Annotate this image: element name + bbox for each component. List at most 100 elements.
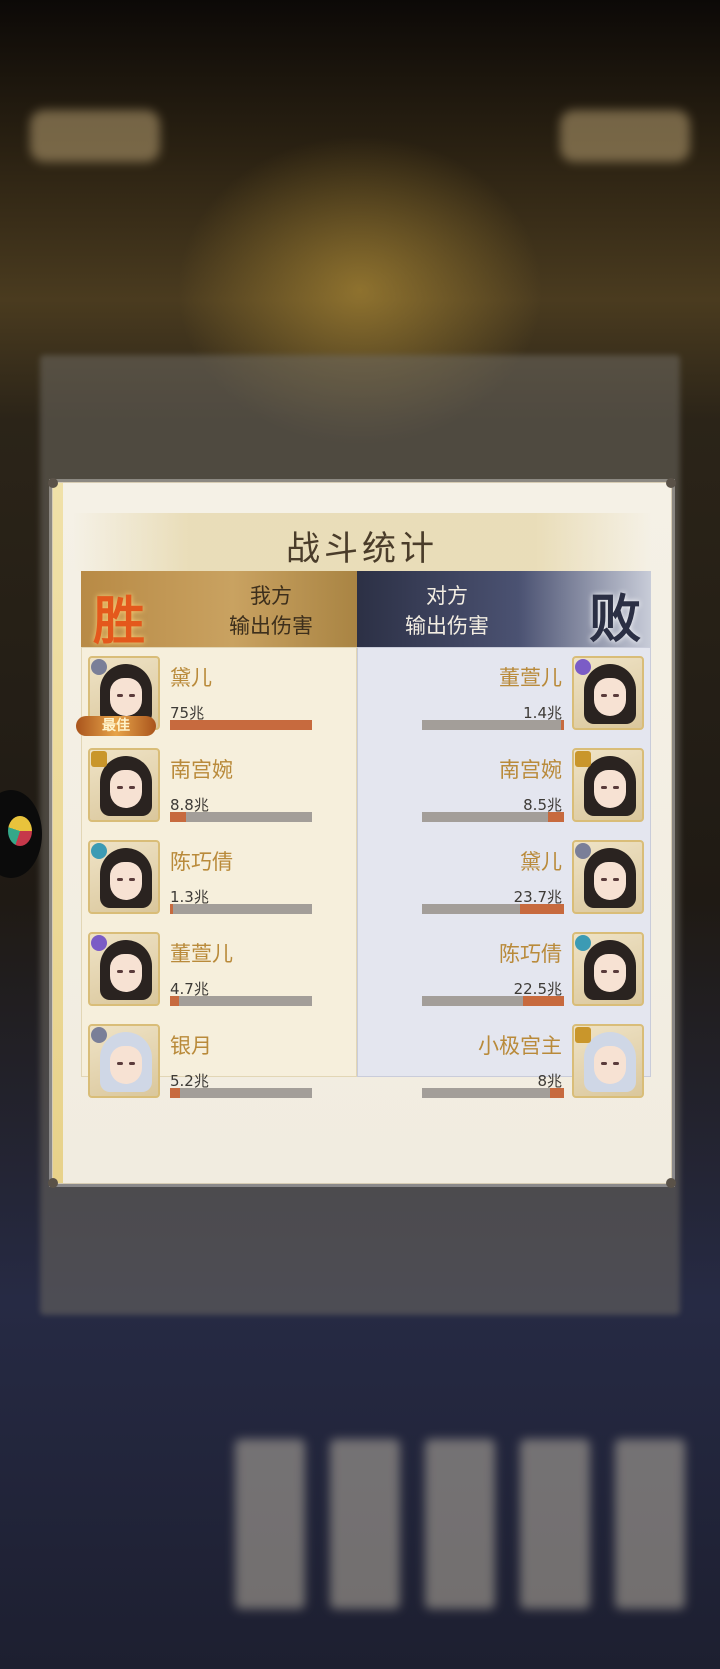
- hero-eye: [129, 878, 135, 881]
- hero-eye: [601, 786, 607, 789]
- damage-row: 陈巧倩 1.3兆: [82, 838, 356, 924]
- hero-name: 小极宫主: [478, 1034, 562, 1058]
- hero-name: 陈巧倩: [170, 850, 233, 874]
- enemy-header-text: 对方 输出伤害: [377, 581, 517, 641]
- damage-value: 8.5兆: [523, 796, 562, 814]
- damage-row: 南宫婉 8.8兆: [82, 746, 356, 832]
- enemy-header-line2: 输出伤害: [405, 614, 489, 638]
- ally-header-text: 我方 输出伤害: [201, 581, 341, 641]
- victory-label: 胜: [93, 591, 146, 652]
- hero-eye: [117, 786, 123, 789]
- enemy-header: 对方 输出伤害 败: [357, 571, 651, 650]
- hero-avatar[interactable]: [88, 748, 160, 822]
- ally-header-line1: 我方: [250, 584, 292, 608]
- hero-name: 南宫婉: [499, 758, 562, 782]
- hero-eye: [601, 970, 607, 973]
- hero-eye: [117, 878, 123, 881]
- hero-face: [110, 678, 142, 716]
- faction-badge-icon: [91, 843, 107, 859]
- hero-avatar[interactable]: [88, 840, 160, 914]
- hero-avatar[interactable]: [88, 932, 160, 1006]
- damage-value: 22.5兆: [513, 980, 562, 998]
- damage-row: 南宫婉 8.5兆: [358, 746, 650, 832]
- ally-header-line2: 输出伤害: [229, 614, 313, 638]
- hero-avatar[interactable]: [572, 748, 644, 822]
- hero-name: 陈巧倩: [499, 942, 562, 966]
- dialog-corner: [666, 1178, 676, 1188]
- hero-face: [110, 954, 142, 992]
- damage-value: 5.2兆: [170, 1072, 209, 1090]
- hero-name: 董萱儿: [170, 942, 233, 966]
- hero-name: 董萱儿: [499, 666, 562, 690]
- faction-badge-icon: [91, 659, 107, 675]
- hero-avatar[interactable]: [572, 1024, 644, 1098]
- battle-stats-dialog: 战斗统计 胜 我方 输出伤害 对方 输出伤害 败 黛儿 75兆 最佳南宫婉 8.8兆陈…: [48, 478, 676, 1188]
- hero-eye: [129, 694, 135, 697]
- faction-badge-icon: [91, 1027, 107, 1043]
- damage-row: 董萱儿 4.7兆: [82, 930, 356, 1016]
- hero-eye: [613, 878, 619, 881]
- faction-badge-icon: [91, 751, 107, 767]
- faction-badge-icon: [575, 659, 591, 675]
- faction-badge-icon: [575, 843, 591, 859]
- floating-app-icon[interactable]: [0, 790, 42, 878]
- hero-face: [594, 678, 626, 716]
- hero-face: [594, 1046, 626, 1084]
- hero-face: [110, 862, 142, 900]
- hero-eye: [117, 1062, 123, 1065]
- dialog-corner: [666, 478, 676, 488]
- damage-row: 银月 5.2兆: [82, 1022, 356, 1108]
- hero-name: 黛儿: [170, 666, 212, 690]
- dialog-corner: [48, 1178, 58, 1188]
- hero-eye: [117, 970, 123, 973]
- hero-eye: [129, 1062, 135, 1065]
- damage-value: 8.8兆: [170, 796, 209, 814]
- hero-face: [110, 770, 142, 808]
- hero-eye: [613, 786, 619, 789]
- faction-badge-icon: [91, 935, 107, 951]
- ally-header: 胜 我方 输出伤害: [81, 571, 357, 652]
- background-card: [520, 1439, 590, 1609]
- hero-eye: [613, 1062, 619, 1065]
- hero-name: 银月: [170, 1034, 212, 1058]
- damage-value: 1.4兆: [523, 704, 562, 722]
- hero-face: [594, 770, 626, 808]
- background-card: [615, 1439, 685, 1609]
- faction-badge-icon: [575, 935, 591, 951]
- damage-row: 小极宫主 8兆: [358, 1022, 650, 1108]
- hero-eye: [601, 878, 607, 881]
- hero-eye: [613, 970, 619, 973]
- background-card: [330, 1439, 400, 1609]
- hero-avatar[interactable]: [88, 1024, 160, 1098]
- hero-avatar[interactable]: [572, 932, 644, 1006]
- hero-avatar[interactable]: [572, 656, 644, 730]
- hero-face: [594, 954, 626, 992]
- hero-eye: [601, 1062, 607, 1065]
- damage-row: 黛儿 23.7兆: [358, 838, 650, 924]
- background-title: [0, 115, 720, 169]
- defeat-label: 败: [588, 589, 641, 650]
- dialog-title: 战斗统计: [286, 529, 438, 569]
- damage-row: 陈巧倩 22.5兆: [358, 930, 650, 1016]
- damage-value: 4.7兆: [170, 980, 209, 998]
- faction-badge-icon: [575, 751, 591, 767]
- hero-eye: [129, 970, 135, 973]
- hero-eye: [613, 694, 619, 697]
- hero-eye: [117, 694, 123, 697]
- hero-name: 南宫婉: [170, 758, 233, 782]
- damage-row: 董萱儿 1.4兆: [358, 654, 650, 740]
- dialog-corner: [48, 478, 58, 488]
- dialog-edge: [53, 483, 63, 1183]
- hero-avatar[interactable]: [572, 840, 644, 914]
- best-badge: 最佳: [76, 716, 156, 736]
- damage-value: 23.7兆: [513, 888, 562, 906]
- hero-eye: [601, 694, 607, 697]
- ally-damage-list: 黛儿 75兆 最佳南宫婉 8.8兆陈巧倩 1.3兆董萱儿 4.7兆银月 5.2兆: [76, 647, 357, 1098]
- hero-name: 黛儿: [520, 850, 562, 874]
- damage-value: 75兆: [170, 704, 205, 722]
- hero-eye: [129, 786, 135, 789]
- background-card: [425, 1439, 495, 1609]
- enemy-header-line1: 对方: [426, 584, 468, 608]
- damage-value: 8兆: [537, 1072, 562, 1090]
- hero-face: [110, 1046, 142, 1084]
